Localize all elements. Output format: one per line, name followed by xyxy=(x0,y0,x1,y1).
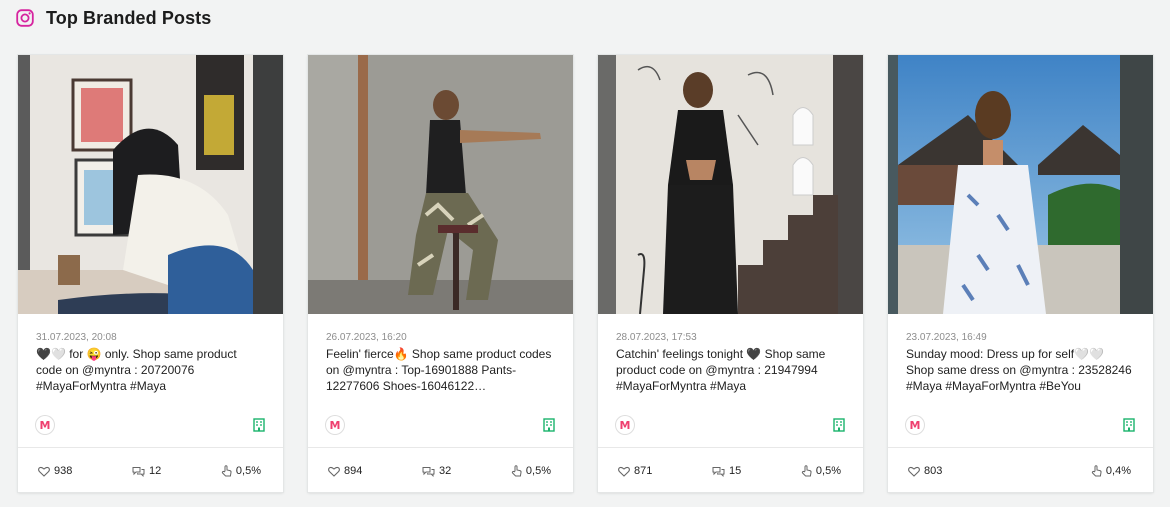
likes-count: 803 xyxy=(924,465,943,477)
comments-stat: 12 xyxy=(132,465,161,477)
building-icon[interactable] xyxy=(543,418,555,432)
engagement-stat: 0,4% xyxy=(1091,465,1131,477)
post-card[interactable]: 31.07.2023, 20:08 🖤🤍 for 😜 only. Shop sa… xyxy=(18,55,283,492)
post-caption[interactable]: 🖤🤍 for 😜 only. Shop same product code on… xyxy=(36,346,265,410)
instagram-icon xyxy=(16,9,34,27)
building-icon[interactable] xyxy=(833,418,845,432)
comments-icon xyxy=(422,466,435,477)
post-body: 23.07.2023, 16:49 Sunday mood: Dress up … xyxy=(888,314,1153,410)
avatar-letter: M xyxy=(909,418,921,432)
likes-stat: 871 xyxy=(618,465,652,477)
engagement-stat: 0,5% xyxy=(801,465,841,477)
heart-icon xyxy=(618,466,630,477)
post-cards: 31.07.2023, 20:08 🖤🤍 for 😜 only. Shop sa… xyxy=(18,55,1153,492)
post-date: 28.07.2023, 17:53 xyxy=(616,332,697,343)
heart-icon xyxy=(38,466,50,477)
comments-count: 12 xyxy=(149,465,162,477)
post-date: 31.07.2023, 20:08 xyxy=(36,332,117,343)
post-card[interactable]: 23.07.2023, 16:49 Sunday mood: Dress up … xyxy=(888,55,1153,492)
avatar-letter: M xyxy=(619,418,631,432)
card-divider xyxy=(888,447,1153,448)
post-caption[interactable]: Catchin' feelings tonight 🖤 Shop same pr… xyxy=(616,346,845,410)
engagement-stat: 0,5% xyxy=(511,465,551,477)
post-card[interactable]: 26.07.2023, 16:20 Feelin' fierce🔥 Shop s… xyxy=(308,55,573,492)
comments-icon xyxy=(132,466,145,477)
avatar-letter: M xyxy=(329,418,341,432)
comments-count: 15 xyxy=(729,465,742,477)
card-divider xyxy=(18,447,283,448)
post-caption[interactable]: Feelin' fierce🔥 Shop same product codes … xyxy=(326,346,555,410)
likes-count: 894 xyxy=(344,465,363,477)
post-stats: 803 0,4% xyxy=(908,464,1131,478)
building-icon[interactable] xyxy=(1123,418,1135,432)
engagement-rate: 0,4% xyxy=(1105,465,1131,477)
avatar-letter: M xyxy=(39,418,51,432)
post-image[interactable] xyxy=(888,55,1153,314)
brand-row: M xyxy=(326,416,555,434)
post-caption[interactable]: Sunday mood: Dress up for self🤍🤍 Shop sa… xyxy=(906,346,1135,410)
card-divider xyxy=(308,447,573,448)
post-date: 23.07.2023, 16:49 xyxy=(906,332,987,343)
comments-stat: 15 xyxy=(712,465,741,477)
engagement-rate: 0,5% xyxy=(815,465,841,477)
likes-count: 871 xyxy=(634,465,653,477)
card-divider xyxy=(598,447,863,448)
tap-icon xyxy=(1091,465,1102,477)
engagement-stat: 0,5% xyxy=(221,465,261,477)
brand-avatar[interactable]: M xyxy=(906,416,924,434)
brand-avatar[interactable]: M xyxy=(326,416,344,434)
brand-avatar[interactable]: M xyxy=(36,416,54,434)
post-card[interactable]: 28.07.2023, 17:53 Catchin' feelings toni… xyxy=(598,55,863,492)
comments-icon xyxy=(712,466,725,477)
post-body: 31.07.2023, 20:08 🖤🤍 for 😜 only. Shop sa… xyxy=(18,314,283,410)
likes-count: 938 xyxy=(54,465,73,477)
section-title: Top Branded Posts xyxy=(46,7,212,28)
brand-row: M xyxy=(906,416,1135,434)
engagement-rate: 0,5% xyxy=(235,465,261,477)
likes-stat: 938 xyxy=(38,465,72,477)
likes-stat: 803 xyxy=(908,465,942,477)
post-stats: 871 15 0,5% xyxy=(618,464,841,478)
brand-avatar[interactable]: M xyxy=(616,416,634,434)
tap-icon xyxy=(801,465,812,477)
building-icon[interactable] xyxy=(253,418,265,432)
brand-row: M xyxy=(616,416,845,434)
brand-row: M xyxy=(36,416,265,434)
post-date: 26.07.2023, 16:20 xyxy=(326,332,407,343)
post-body: 26.07.2023, 16:20 Feelin' fierce🔥 Shop s… xyxy=(308,314,573,410)
post-stats: 894 32 0,5% xyxy=(328,464,551,478)
comments-stat: 32 xyxy=(422,465,451,477)
likes-stat: 894 xyxy=(328,465,362,477)
post-image[interactable] xyxy=(18,55,283,314)
heart-icon xyxy=(908,466,920,477)
post-body: 28.07.2023, 17:53 Catchin' feelings toni… xyxy=(598,314,863,410)
heart-icon xyxy=(328,466,340,477)
post-image[interactable] xyxy=(598,55,863,314)
post-stats: 938 12 0,5% xyxy=(38,464,261,478)
tap-icon xyxy=(221,465,232,477)
post-image[interactable] xyxy=(308,55,573,314)
tap-icon xyxy=(511,465,522,477)
section-header: Top Branded Posts xyxy=(16,6,211,30)
comments-count: 32 xyxy=(439,465,452,477)
engagement-rate: 0,5% xyxy=(525,465,551,477)
